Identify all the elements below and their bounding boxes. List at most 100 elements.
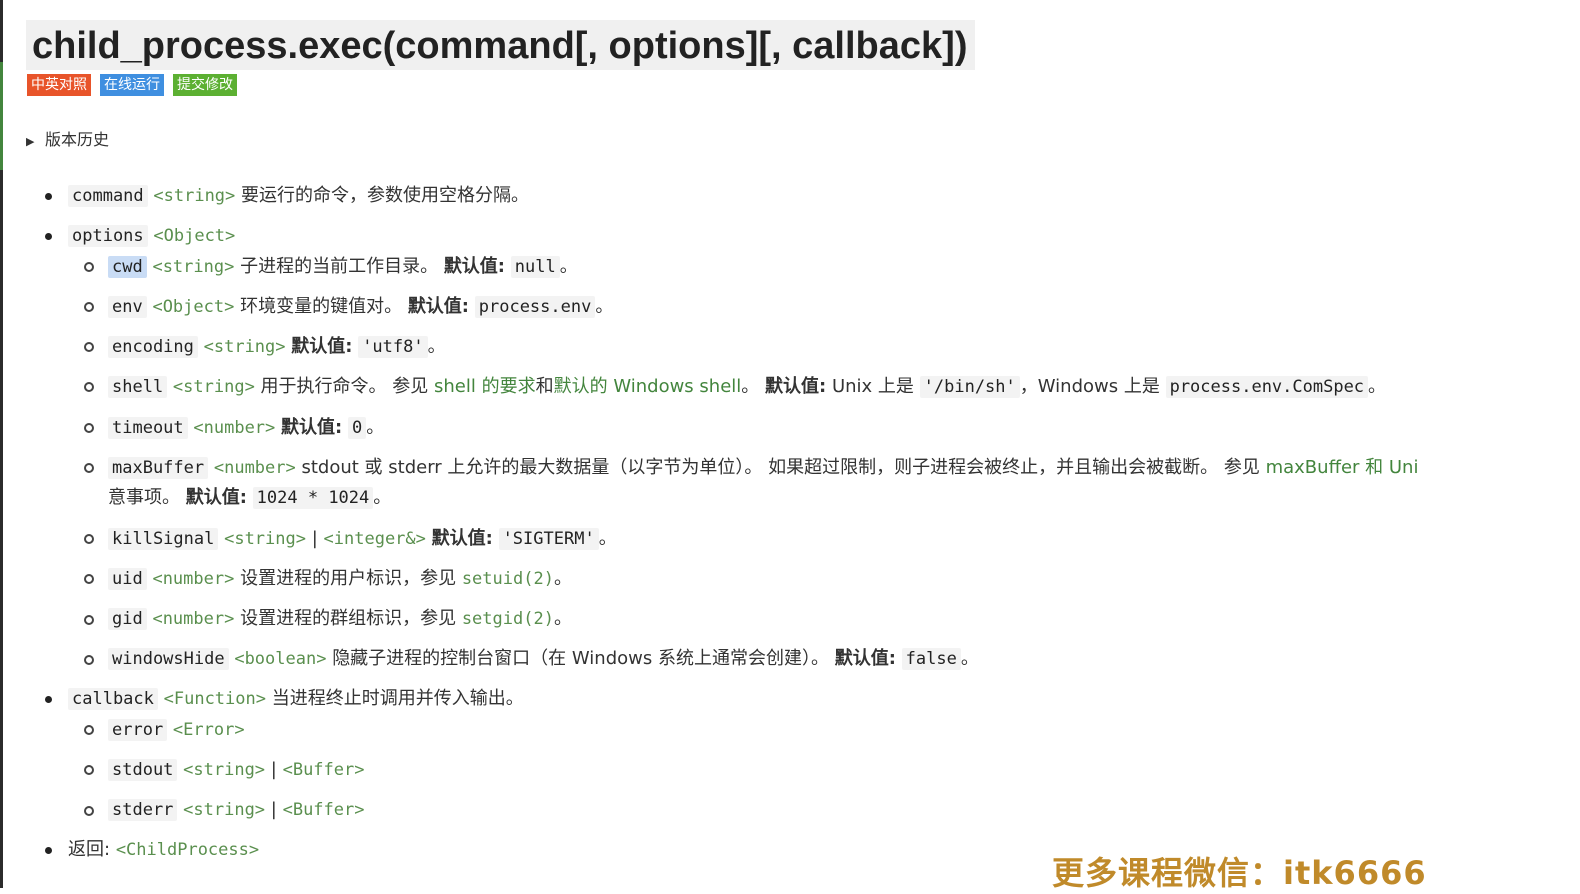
period: 。: [598, 528, 617, 549]
option-windowshide: windowsHide <boolean> 隐藏子进程的控制台窗口（在 Wind…: [108, 645, 979, 673]
param-description: 要运行的命令，参数使用空格分隔。: [241, 185, 530, 206]
option-name: cwd: [108, 256, 147, 278]
type-separator: |: [270, 759, 277, 780]
sub-bullet-circle: [84, 262, 94, 272]
option-description: stdout 或 stderr 上允许的最大数据量（以字节为单位）。 如果超过限…: [301, 457, 1260, 478]
badge-bar: 中英对照 在线运行 提交修改: [27, 74, 237, 96]
type-link[interactable]: <string>: [204, 337, 286, 357]
option-encoding: encoding <string> 默认值: 'utf8'。: [108, 333, 446, 361]
version-history-toggle[interactable]: ▶ 版本历史: [26, 129, 109, 153]
option-timeout: timeout <number> 默认值: 0。: [108, 414, 384, 442]
option-maxbuffer: maxBuffer <number> stdout 或 stderr 上允许的最…: [108, 454, 1580, 482]
option-cwd: cwd <string> 子进程的当前工作目录。 默认值: null。: [108, 253, 578, 281]
period: 。: [553, 608, 572, 629]
shell-requirements-link[interactable]: shell 的要求: [434, 376, 536, 397]
option-name: error: [108, 719, 168, 741]
sub-bullet-circle: [84, 302, 94, 312]
default-label: 默认值:: [185, 487, 247, 508]
sub-bullet-circle: [84, 655, 94, 665]
option-description: 子进程的当前工作目录。: [240, 256, 439, 277]
watermark: 更多课程微信：itk6666: [1052, 854, 1427, 892]
type-link[interactable]: <string>: [152, 257, 234, 277]
sub-bullet-circle: [84, 806, 94, 816]
option-shell: shell <string> 用于执行命令。 参见 shell 的要求和默认的 …: [108, 373, 1386, 401]
triangle-right-icon: ▶: [26, 135, 35, 148]
option-name: env: [108, 296, 147, 318]
option-name: stderr: [108, 799, 178, 821]
param-name: command: [68, 185, 148, 207]
setuid-link[interactable]: setuid(2): [462, 569, 554, 589]
default-value: 0: [347, 417, 367, 439]
type-link[interactable]: <number>: [152, 569, 234, 589]
type-link[interactable]: <Buffer>: [283, 800, 365, 820]
default-label: 默认值:: [281, 417, 343, 438]
default-value: null: [510, 256, 560, 278]
type-link[interactable]: <Function>: [164, 689, 266, 709]
returns: 返回: <ChildProcess>: [68, 836, 259, 864]
option-description-cont: 意事项。: [108, 487, 180, 508]
bullet-dot: [45, 696, 52, 703]
sub-bullet-circle: [84, 463, 94, 473]
period: 。: [373, 487, 392, 508]
windows-text: ，Windows 上是: [1019, 376, 1160, 397]
unix-text: Unix 上是: [831, 376, 914, 397]
default-value: 'utf8': [358, 336, 428, 358]
type-link[interactable]: <Error>: [173, 720, 245, 740]
returns-label: 返回:: [68, 839, 111, 860]
option-name: maxBuffer: [108, 457, 209, 479]
default-value-windows: process.env.ComSpec: [1165, 376, 1369, 398]
type-link[interactable]: <number>: [214, 458, 296, 478]
option-uid: uid <number> 设置进程的用户标识，参见 setuid(2)。: [108, 565, 572, 593]
option-description: 设置进程的用户标识，参见: [240, 568, 457, 589]
type-link[interactable]: <string>: [183, 760, 265, 780]
type-separator: |: [270, 799, 277, 820]
type-link[interactable]: <string>: [224, 529, 306, 549]
version-history-label: 版本历史: [45, 130, 110, 149]
setgid-link[interactable]: setgid(2): [462, 609, 554, 629]
option-name: uid: [108, 568, 147, 590]
type-link[interactable]: <integer&>: [324, 529, 426, 549]
type-link[interactable]: <number>: [152, 609, 234, 629]
option-name: gid: [108, 608, 147, 630]
period: 。: [559, 256, 578, 277]
bullet-dot: [45, 847, 52, 854]
option-name: encoding: [108, 336, 198, 358]
option-gid: gid <number> 设置进程的群组标识，参见 setgid(2)。: [108, 605, 572, 633]
sub-bullet-circle: [84, 534, 94, 544]
type-link[interactable]: <string>: [173, 377, 255, 397]
badge-bilingual[interactable]: 中英对照: [27, 74, 91, 96]
sub-bullet-circle: [84, 423, 94, 433]
callback-stdout: stdout <string> | <Buffer>: [108, 756, 364, 784]
default-label: 默认值:: [765, 376, 827, 397]
default-label: 默认值:: [291, 336, 353, 357]
bullet-dot: [45, 233, 52, 240]
type-link[interactable]: <Object>: [152, 297, 234, 317]
callback-stderr: stderr <string> | <Buffer>: [108, 796, 364, 824]
sub-bullet-circle: [84, 342, 94, 352]
default-windows-shell-link[interactable]: 默认的 Windows shell: [554, 376, 742, 397]
default-label: 默认值:: [431, 528, 493, 549]
option-name: killSignal: [108, 528, 219, 550]
param-name: callback: [68, 688, 158, 710]
type-link[interactable]: <boolean>: [234, 649, 326, 669]
type-link[interactable]: <string>: [153, 186, 235, 206]
type-link[interactable]: <string>: [183, 800, 265, 820]
left-border-accent: [0, 62, 3, 170]
param-options: options <Object>: [68, 222, 235, 250]
badge-run-online[interactable]: 在线运行: [100, 74, 164, 96]
badge-submit-edit[interactable]: 提交修改: [173, 74, 237, 96]
option-name: stdout: [108, 759, 178, 781]
maxbuffer-unicode-link[interactable]: maxBuffer 和 Uni: [1266, 457, 1419, 478]
period: 。: [741, 376, 760, 397]
type-link[interactable]: <Buffer>: [283, 760, 365, 780]
option-killsignal: killSignal <string> | <integer&> 默认值: 'S…: [108, 525, 617, 553]
type-link[interactable]: <Object>: [153, 226, 235, 246]
type-link[interactable]: <ChildProcess>: [116, 840, 259, 860]
option-env: env <Object> 环境变量的键值对。 默认值: process.env。: [108, 293, 613, 321]
default-label: 默认值:: [834, 648, 896, 669]
type-link[interactable]: <number>: [193, 418, 275, 438]
param-command: command <string> 要运行的命令，参数使用空格分隔。: [68, 182, 529, 210]
option-description: 用于执行命令。 参见: [260, 376, 429, 397]
default-value: false: [901, 648, 961, 670]
period: 。: [366, 417, 385, 438]
